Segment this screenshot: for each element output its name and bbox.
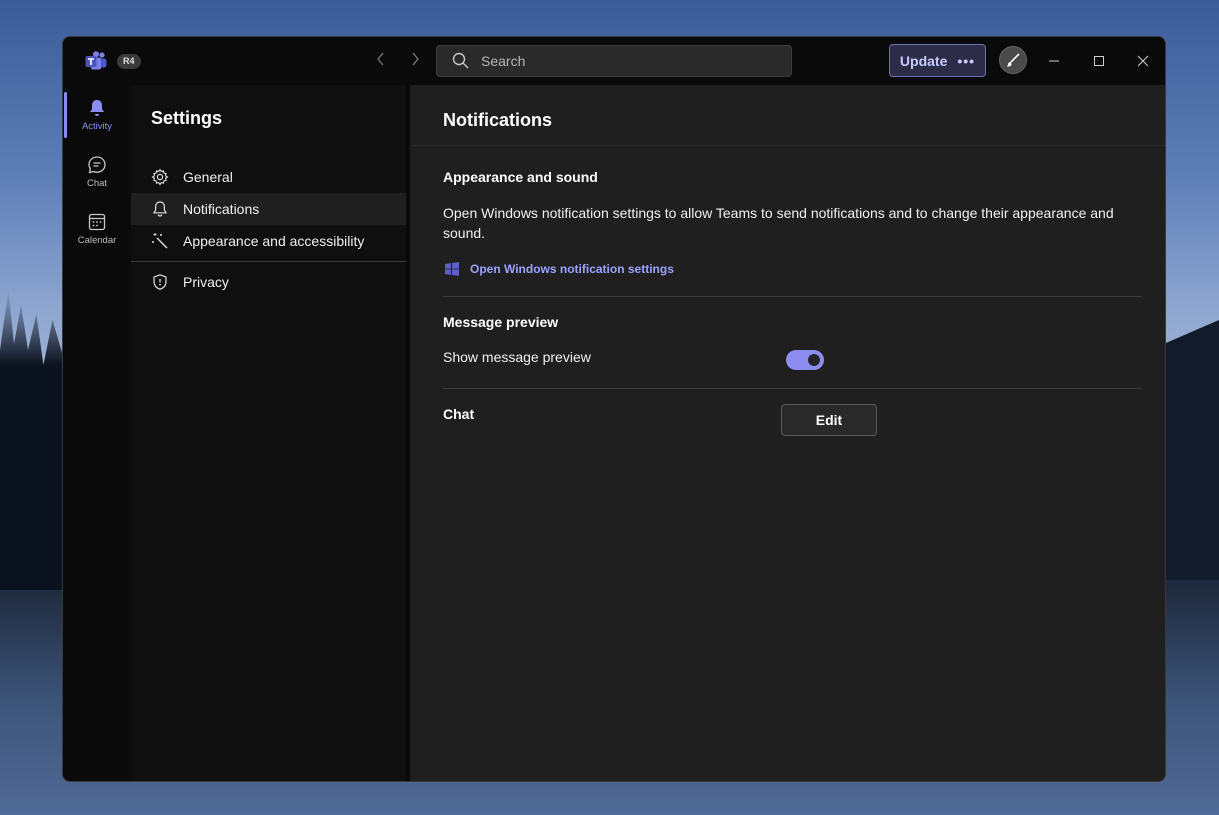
app-rail: Activity Chat Calendar bbox=[63, 85, 131, 781]
notifications-panel: Notifications Appearance and sound Open … bbox=[412, 85, 1165, 781]
maximize-button[interactable] bbox=[1089, 51, 1109, 71]
avatar[interactable] bbox=[999, 46, 1027, 74]
chevron-left-icon bbox=[377, 52, 384, 66]
search-placeholder: Search bbox=[481, 53, 526, 69]
more-options-icon: ••• bbox=[957, 52, 976, 69]
paintbrush-icon bbox=[1006, 53, 1020, 67]
sidebar-item-general[interactable]: General bbox=[131, 161, 407, 193]
sidebar-item-privacy[interactable]: Privacy bbox=[131, 266, 407, 298]
back-button[interactable] bbox=[373, 52, 389, 70]
sidebar-item-label: Appearance and accessibility bbox=[183, 233, 365, 249]
chat-icon bbox=[88, 156, 106, 174]
sidebar-item-appearance[interactable]: Appearance and accessibility bbox=[131, 225, 407, 257]
minimize-button[interactable] bbox=[1044, 51, 1064, 71]
rail-label: Activity bbox=[81, 121, 113, 132]
forward-button[interactable] bbox=[407, 52, 423, 70]
teams-window: R4 Search Update ••• Activity Chat Calen… bbox=[62, 36, 1166, 782]
toggle-knob bbox=[808, 354, 820, 366]
sidebar-item-label: General bbox=[183, 169, 233, 185]
minimize-icon bbox=[1049, 60, 1059, 62]
appearance-sound-description: Open Windows notification settings to al… bbox=[443, 205, 1114, 241]
active-indicator bbox=[64, 92, 67, 138]
show-message-preview-toggle[interactable] bbox=[786, 350, 824, 370]
maximize-icon bbox=[1094, 56, 1104, 66]
close-button[interactable] bbox=[1133, 51, 1153, 71]
sidebar-item-label: Notifications bbox=[183, 201, 260, 217]
rail-item-activity[interactable]: Activity bbox=[63, 88, 131, 142]
chat-edit-button[interactable]: Edit bbox=[781, 404, 877, 436]
sidebar-item-label: Privacy bbox=[183, 274, 229, 290]
desktop-wallpaper-trees bbox=[0, 290, 70, 590]
rail-label: Chat bbox=[86, 178, 108, 189]
section-divider bbox=[443, 388, 1142, 389]
update-button[interactable]: Update ••• bbox=[889, 44, 986, 77]
teams-logo-icon[interactable] bbox=[85, 51, 107, 71]
sidebar-item-notifications[interactable]: Notifications bbox=[131, 193, 407, 225]
appearance-sound-heading: Appearance and sound bbox=[443, 169, 598, 185]
settings-sidebar: Settings General Notifications Appearanc… bbox=[131, 85, 410, 781]
open-windows-notification-settings-link[interactable]: Open Windows notification settings bbox=[445, 262, 674, 276]
close-icon bbox=[1137, 55, 1149, 67]
windows-logo-icon bbox=[445, 262, 459, 276]
bell-icon bbox=[150, 199, 170, 219]
link-label: Open Windows notification settings bbox=[470, 262, 674, 276]
sidebar-title: Settings bbox=[151, 108, 223, 128]
magic-wand-icon bbox=[150, 231, 170, 251]
chat-heading: Chat bbox=[443, 406, 475, 422]
bell-icon bbox=[90, 100, 104, 116]
chevron-right-icon bbox=[412, 52, 419, 66]
ring-badge: R4 bbox=[117, 54, 141, 69]
calendar-icon bbox=[88, 213, 106, 231]
rail-item-calendar[interactable]: Calendar bbox=[63, 202, 131, 256]
page-title: Notifications bbox=[443, 110, 553, 130]
search-input[interactable]: Search bbox=[436, 45, 792, 77]
sidebar-divider bbox=[131, 261, 407, 262]
search-icon bbox=[452, 52, 469, 69]
rail-label: Calendar bbox=[77, 235, 117, 246]
title-bar: R4 Search Update ••• bbox=[63, 37, 1165, 85]
shield-icon bbox=[150, 272, 170, 292]
rail-item-chat[interactable]: Chat bbox=[63, 145, 131, 199]
show-message-preview-label: Show message preview bbox=[443, 349, 591, 365]
message-preview-heading: Message preview bbox=[443, 314, 559, 330]
update-label: Update bbox=[899, 52, 948, 69]
desktop-wallpaper-hill bbox=[1159, 320, 1219, 580]
header-divider bbox=[412, 145, 1165, 146]
gear-icon bbox=[150, 167, 170, 187]
section-divider bbox=[443, 296, 1142, 297]
